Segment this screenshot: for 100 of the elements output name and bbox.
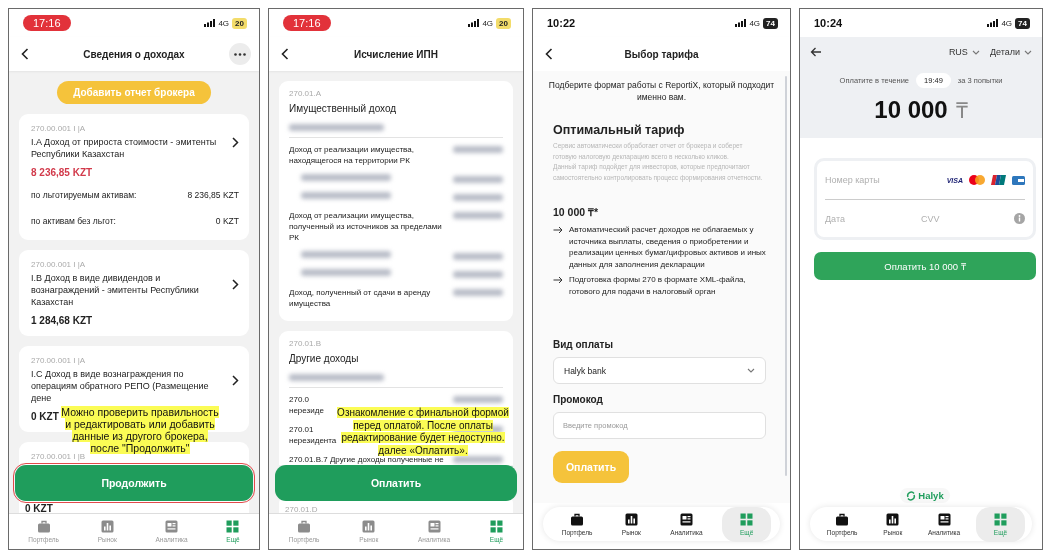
grid-icon: [490, 520, 503, 533]
intro-text: Подберите формат работы с ReportiX, который подходит именно вам.: [547, 79, 776, 103]
field-label: Промокод: [553, 394, 604, 405]
payment-amount: 10 000: [874, 96, 948, 124]
cvv-field[interactable]: CVV: [921, 213, 1008, 224]
briefcase-icon: [297, 520, 312, 533]
income-label: 270.01.B.7 Другие доходы полученные не: [289, 455, 444, 465]
income-amount: 0 KZT: [31, 411, 59, 422]
income-amount: 1 284,68 KZT: [31, 315, 93, 326]
back-icon[interactable]: [545, 48, 553, 60]
chevron-right-icon: [232, 136, 239, 148]
caret-icon: [971, 49, 980, 55]
income-label: 270.0: [289, 394, 310, 405]
arrow-right-icon: [553, 226, 563, 234]
form-code: 270.00.001 I |A: [31, 124, 87, 133]
income-amount: 0 KZT: [25, 503, 53, 514]
income-label: Доход от реализации имущества,: [289, 210, 414, 221]
more-button[interactable]: [229, 43, 251, 65]
signal-icon: [468, 19, 480, 27]
network-label: 4G: [749, 18, 761, 28]
income-label: 270.01: [289, 424, 314, 435]
signal-icon: [987, 19, 999, 27]
income-title: I.C Доход в виде вознаграждения по операциям обратного РЕПО (Размещение дене: [31, 368, 210, 404]
row-label: по льготируемым активам:: [31, 190, 137, 200]
card-number-field[interactable]: Номер карты: [825, 175, 941, 185]
card-logo-icon: [1012, 175, 1025, 185]
screen-title: Сведения о доходах: [83, 48, 185, 60]
briefcase-icon: [36, 520, 51, 533]
plan-price: 10 000 ₸*: [553, 205, 600, 219]
income-amount: 8 236,85 KZT: [31, 167, 93, 178]
bar-chart-icon: [624, 512, 638, 526]
battery-level: 74: [1015, 17, 1030, 29]
arrow-right-icon: [553, 276, 563, 284]
row-value: 8 236,85 KZT: [187, 190, 239, 200]
back-icon[interactable]: [281, 48, 289, 60]
feature-text: Подготовка формы 270 в формате XML-файла, готового для подачи в налоговый орган: [569, 274, 747, 297]
income-label: Доход от реализации имущества,: [289, 144, 414, 155]
feature-text: Автоматический расчет доходов не облагаемых у источника выплаты, сведения о приобретении и реализации ценных бумаг/цифровых активов и иных данных для заполнения декларации: [569, 224, 766, 270]
row-value: 0 KZT: [215, 216, 239, 226]
income-label: нерезидента: [289, 435, 337, 446]
network-label: 4G: [218, 18, 230, 28]
caret-icon: [1024, 49, 1032, 55]
form-code: 270.01.A: [289, 89, 323, 98]
battery-level: 20: [496, 17, 511, 29]
language-dropdown[interactable]: RUS: [948, 47, 980, 57]
more-icon: [234, 52, 246, 56]
plan-title: Оптимальный тариф: [553, 123, 686, 137]
blurred-value: [453, 289, 503, 296]
status-time: 17:16: [23, 15, 71, 31]
field-label: Вид оплаты: [553, 339, 614, 350]
blurred-value: [453, 146, 503, 153]
details-dropdown[interactable]: Детали: [989, 47, 1032, 57]
blurred-value: [453, 456, 503, 463]
income-card[interactable]: 270.00.001 I |A I.B Доход в виде дивидендов и вознаграждений - эмитенты Республики Казахстан 1 284,68 KZT: [19, 250, 249, 336]
caret-icon: [747, 368, 755, 373]
section-title: Имущественный доход: [289, 103, 398, 114]
form-code: 270.00.001 I |A: [31, 260, 87, 269]
pay-button[interactable]: Оплатить: [275, 465, 517, 501]
newspaper-icon: [679, 512, 693, 526]
overlapping-circles-logo-icon: [969, 175, 985, 185]
blurred-value: [453, 253, 503, 260]
blurred-value: [453, 271, 503, 278]
back-icon[interactable]: [21, 48, 29, 60]
back-arrow-icon[interactable]: [810, 47, 822, 57]
section-title: Другие доходы: [289, 353, 360, 364]
newspaper-icon: [937, 512, 951, 526]
income-label: Доход, полученный от сдачи в аренду: [289, 287, 431, 298]
income-label: имущества: [289, 298, 331, 309]
status-time: 17:16: [283, 15, 331, 31]
blurred-value: [453, 396, 503, 403]
form-code: 270.00.001 I |B: [31, 452, 87, 461]
blurred-value: [453, 176, 503, 183]
income-title: I.B Доход в виде дивидендов и вознаграждений - эмитенты Республики Казахстан: [31, 272, 200, 308]
bar-chart-icon: [886, 512, 900, 526]
pay-button[interactable]: Оплатить 10 000 ₸: [814, 252, 1036, 280]
battery-level: 20: [232, 17, 247, 29]
payment-method-dropdown[interactable]: Halyk bank: [553, 357, 766, 384]
income-title: I.A Доход от прироста стоимости - эмитенты Республики Казахстан: [31, 136, 218, 160]
grid-icon: [740, 512, 754, 526]
grid-icon: [226, 520, 240, 533]
newspaper-icon: [165, 520, 179, 533]
blurred-value: [453, 194, 503, 201]
briefcase-icon: [835, 512, 850, 526]
form-code: 270.01.D: [285, 505, 318, 514]
bar-chart-icon: [100, 520, 114, 533]
income-label: находящегося на территории РК: [289, 155, 410, 166]
expiry-date-field[interactable]: Дата: [825, 213, 915, 224]
chevron-right-icon: [232, 278, 239, 290]
status-time: 10:22: [547, 16, 576, 31]
income-label: полученный из источников за пределами: [289, 221, 442, 232]
income-card[interactable]: 270.00.001 I |A I.A Доход от прироста стоимости - эмитенты Республики Казахстан 8 236,85 KZT по льготируемым активам: 8 236,85 KZT по активам без льгот: 0 KZT: [19, 114, 249, 240]
network-label: 4G: [482, 18, 494, 28]
form-code: 270.01.B: [289, 339, 323, 348]
grid-icon: [994, 512, 1007, 526]
row-label: по активам без льгот:: [31, 216, 116, 226]
network-label: 4G: [1001, 18, 1013, 28]
continue-button[interactable]: Продолжить: [15, 465, 253, 501]
status-time: 10:24: [814, 16, 843, 31]
blurred-value: [453, 212, 503, 219]
battery-level: 74: [763, 17, 778, 29]
